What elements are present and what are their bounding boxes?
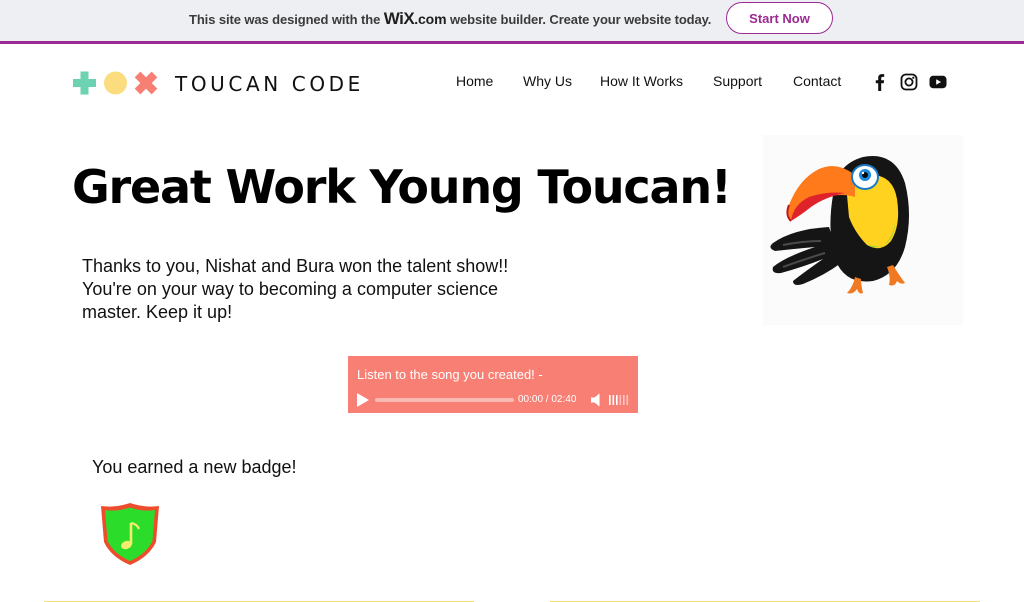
play-icon[interactable] <box>357 393 369 407</box>
youtube-icon[interactable] <box>929 73 947 91</box>
audio-title: Listen to the song you created! - <box>357 367 543 382</box>
badge-text: You earned a new badge! <box>92 457 297 477</box>
wix-banner-text: This site was designed with the WiX.com … <box>189 9 711 29</box>
brand-name[interactable]: TOUCAN CODE <box>175 72 364 96</box>
audio-progress-bar[interactable] <box>375 398 514 402</box>
volume-icon[interactable] <box>591 393 604 407</box>
nav-how-it-works[interactable]: How It Works <box>600 73 683 89</box>
wix-logo-suffix: .com <box>414 11 447 27</box>
toucan-illustration <box>763 135 963 325</box>
wix-banner-text-before: This site was designed with the <box>189 12 384 27</box>
wix-logo[interactable]: WiX <box>384 9 415 28</box>
nav-contact[interactable]: Contact <box>793 73 841 89</box>
facebook-icon[interactable] <box>871 73 889 91</box>
plus-icon <box>73 71 96 95</box>
wix-banner-text-after: website builder. Create your website tod… <box>446 12 712 27</box>
nav-support[interactable]: Support <box>713 73 762 89</box>
audio-time: 00:00 / 02:40 <box>518 394 577 405</box>
start-now-button[interactable]: Start Now <box>726 2 833 34</box>
volume-slider[interactable] <box>609 394 629 406</box>
instagram-icon[interactable] <box>900 73 918 91</box>
nav-home[interactable]: Home <box>456 73 493 89</box>
nav-why-us[interactable]: Why Us <box>523 73 572 89</box>
circle-icon <box>104 71 127 95</box>
page-headline: Great Work Young Toucan! <box>72 160 732 214</box>
congrats-message: Thanks to you, Nishat and Bura won the t… <box>82 256 509 322</box>
audio-player: Listen to the song you created! - 00:00 … <box>348 356 638 413</box>
x-icon <box>134 71 158 95</box>
site-logo[interactable] <box>73 71 159 95</box>
music-note-shield-icon <box>101 503 159 565</box>
wix-banner: This site was designed with the WiX.com … <box>0 0 1024 44</box>
